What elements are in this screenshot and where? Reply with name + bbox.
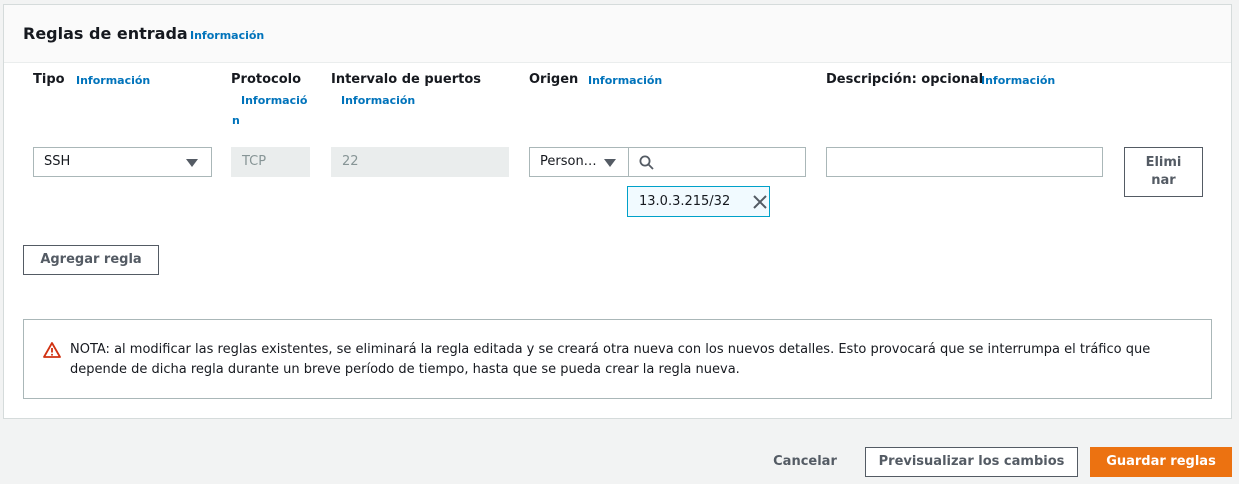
origen-info-link[interactable]: Información <box>588 74 662 87</box>
origen-token: 13.0.3.215/32 <box>627 186 770 217</box>
preview-changes-button[interactable]: Previsualizar los cambios <box>865 447 1078 477</box>
column-label-protocolo: Protocolo <box>231 72 302 87</box>
delete-label-line2: nar <box>1151 173 1176 188</box>
origen-select[interactable]: Person… <box>529 147 630 177</box>
tipo-info-link[interactable]: Información <box>76 74 150 87</box>
warning-alert: NOTA: al modificar las reglas existentes… <box>23 319 1212 399</box>
tipo-select[interactable]: SSH <box>33 147 212 177</box>
column-label-puertos: Intervalo de puertos <box>331 72 482 87</box>
protocolo-info-link-wrap[interactable]: n <box>232 114 240 127</box>
protocolo-value: TCP <box>242 154 267 169</box>
column-label-tipo: Tipo <box>33 72 65 87</box>
origen-select-value: Person… <box>540 154 597 169</box>
caret-down-icon <box>186 159 198 167</box>
close-icon[interactable] <box>753 195 767 209</box>
puertos-info-link[interactable]: Información <box>341 94 415 107</box>
protocolo-info-link[interactable]: Informació <box>241 94 307 107</box>
search-icon <box>639 155 654 170</box>
column-label-descripcion: Descripción: opcional <box>826 72 984 87</box>
tipo-select-value: SSH <box>44 154 71 169</box>
delete-rule-button[interactable]: Elimi nar <box>1124 147 1203 197</box>
origen-search-input[interactable] <box>628 147 806 177</box>
puertos-value: 22 <box>342 154 359 169</box>
delete-label-line1: Elimi <box>1145 155 1182 170</box>
origen-token-label: 13.0.3.215/32 <box>639 194 731 209</box>
page-title: Reglas de entrada <box>23 24 188 43</box>
alert-message: NOTA: al modificar las reglas existentes… <box>70 342 1151 377</box>
puertos-field: 22 <box>331 147 509 177</box>
protocolo-field: TCP <box>231 147 310 177</box>
title-info-link[interactable]: Información <box>190 29 264 42</box>
descripcion-info-link[interactable]: Información <box>981 74 1055 87</box>
descripcion-input[interactable] <box>826 147 1103 177</box>
cancel-button[interactable]: Cancelar <box>760 447 850 477</box>
save-rules-button[interactable]: Guardar reglas <box>1090 447 1232 477</box>
add-rule-button[interactable]: Agregar regla <box>23 245 159 275</box>
panel-header: Reglas de entrada Información <box>4 5 1231 63</box>
warning-icon <box>43 342 61 358</box>
caret-down-icon <box>604 159 616 167</box>
column-label-origen: Origen <box>529 72 579 87</box>
